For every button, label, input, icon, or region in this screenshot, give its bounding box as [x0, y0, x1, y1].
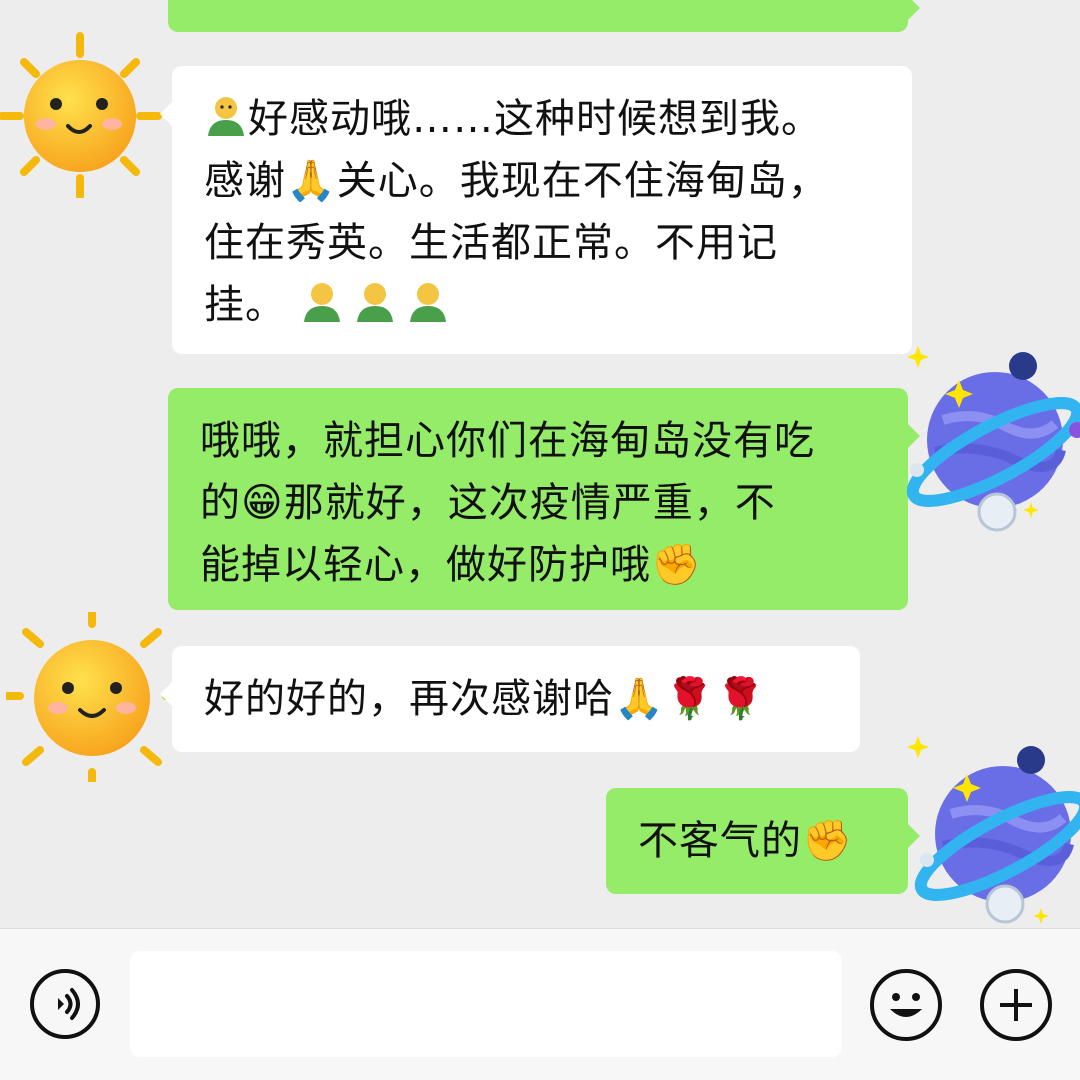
message-bubble-sent[interactable]: 哦哦，就担心你们在海甸岛没有吃 的😁那就好，这次疫情严重，不 能掉以轻心，做好防…	[168, 388, 920, 610]
message-text: 不客气的✊	[638, 818, 853, 864]
message-line: 好的好的，再次感谢哈🙏🌹🌹	[204, 668, 828, 730]
message-text: 的😁那就好，这次疫情严重，不	[200, 480, 776, 526]
sun-avatar	[0, 602, 186, 792]
voice-input-button[interactable]	[30, 969, 100, 1039]
contact-avatar-sun[interactable]	[0, 602, 186, 792]
message-bubble-received[interactable]: 好的好的，再次感谢哈🙏🌹🌹	[160, 646, 860, 752]
message-text: 能掉以轻心，做好防护哦✊	[200, 542, 702, 588]
message-bubble-sent-partial[interactable]	[168, 0, 920, 32]
own-avatar-planet[interactable]	[905, 730, 1080, 924]
message-text: 住在秀英。生活都正常。不用记	[204, 220, 778, 266]
voice-icon	[58, 988, 80, 1020]
message-line: 感谢🙏关心。我现在不住海甸岛，	[204, 150, 880, 212]
emoji-icon	[890, 993, 922, 1017]
message-line: 挂。	[204, 274, 880, 336]
message-text: 好感动哦……这种时候想到我。	[248, 96, 822, 142]
message-line: 的😁那就好，这次疫情严重，不	[200, 472, 876, 534]
message-line: 哦哦，就担心你们在海甸岛没有吃	[200, 410, 876, 472]
message-input[interactable]	[130, 951, 842, 1057]
message-bubble-received[interactable]: 好感动哦……这种时候想到我。 感谢🙏关心。我现在不住海甸岛， 住在秀英。生活都正…	[160, 66, 912, 354]
message-text: 感谢🙏关心。我现在不住海甸岛，	[204, 158, 829, 204]
message-line: 住在秀英。生活都正常。不用记	[204, 212, 880, 274]
planet-avatar	[907, 736, 1080, 924]
contact-avatar-sun[interactable]	[0, 28, 170, 200]
message-line: 不客气的✊	[638, 810, 876, 872]
own-avatar-planet[interactable]	[905, 340, 1080, 532]
planet-avatar	[906, 346, 1080, 532]
chat-message-list[interactable]: 好感动哦……这种时候想到我。 感谢🙏关心。我现在不住海甸岛， 住在秀英。生活都正…	[0, 0, 1080, 928]
more-options-button[interactable]	[980, 969, 1052, 1041]
chat-input-bar	[0, 928, 1080, 1080]
message-text: 挂。	[204, 282, 286, 328]
person-emoji-icon	[208, 97, 244, 136]
message-line: 能掉以轻心，做好防护哦✊	[200, 534, 876, 596]
person-emoji-icon	[303, 283, 446, 322]
message-text: 好的好的，再次感谢哈🙏🌹🌹	[204, 676, 767, 722]
message-text: 哦哦，就担心你们在海甸岛没有吃	[200, 418, 815, 464]
sun-avatar	[0, 32, 162, 200]
emoji-button[interactable]	[870, 969, 942, 1041]
message-line: 好感动哦……这种时候想到我。	[204, 88, 880, 150]
message-bubble-sent[interactable]: 不客气的✊	[606, 788, 920, 894]
